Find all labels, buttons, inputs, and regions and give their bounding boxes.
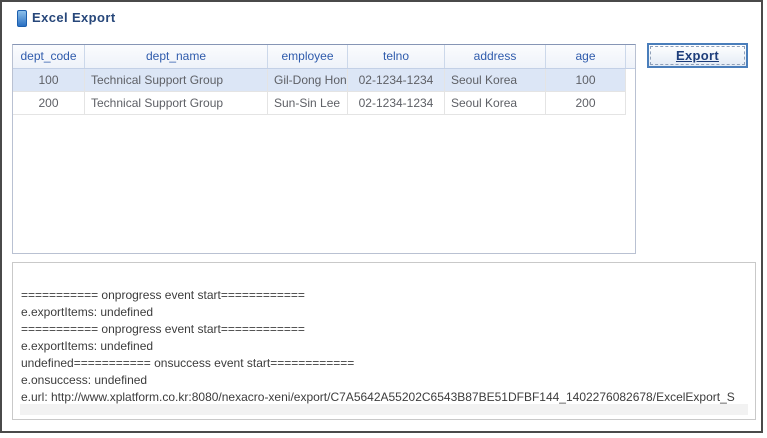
grid-cell-dept_name[interactable]: Technical Support Group: [85, 69, 268, 91]
grid-cell-employee[interactable]: Sun-Sin Lee: [268, 92, 348, 114]
log-lines: =========== onprogress event start======…: [13, 263, 755, 406]
grid-row[interactable]: 100Technical Support GroupGil-Dong Hong0…: [13, 69, 626, 92]
grid-cell-telno[interactable]: 02-1234-1234: [348, 92, 445, 114]
grid-cell-dept_code[interactable]: 100: [13, 69, 85, 91]
log-line: [21, 270, 747, 287]
column-header-address: address: [445, 45, 546, 68]
export-button[interactable]: Export: [647, 43, 748, 68]
log-line: =========== onprogress event start======…: [21, 287, 747, 304]
column-header-age: age: [546, 45, 626, 68]
column-header-employee: employee: [268, 45, 348, 68]
grid-cell-employee[interactable]: Gil-Dong Hong: [268, 69, 348, 91]
grid-cell-dept_name[interactable]: Technical Support Group: [85, 92, 268, 114]
grid-cell-dept_code[interactable]: 200: [13, 92, 85, 114]
grid-cell-telno[interactable]: 02-1234-1234: [348, 69, 445, 91]
log-line: e.exportItems: undefined: [21, 304, 747, 321]
grid-cell-age[interactable]: 100: [546, 69, 626, 91]
log-line: =========== onprogress event start======…: [21, 321, 747, 338]
column-header-dept_code: dept_code: [13, 45, 85, 68]
column-header-dept_name: dept_name: [85, 45, 268, 68]
data-grid: dept_codedept_nameemployeetelnoaddressag…: [12, 44, 636, 254]
title-bullet-icon: [17, 10, 27, 27]
grid-body: 100Technical Support GroupGil-Dong Hong0…: [13, 69, 635, 115]
export-button-label: Export: [676, 48, 719, 63]
log-output-textarea[interactable]: =========== onprogress event start======…: [12, 262, 756, 420]
grid-row[interactable]: 200Technical Support GroupSun-Sin Lee02-…: [13, 92, 626, 115]
export-button-focus-outline: Export: [650, 46, 745, 65]
grid-cell-address[interactable]: Seoul Korea: [445, 69, 546, 91]
column-header-telno: telno: [348, 45, 445, 68]
grid-cell-address[interactable]: Seoul Korea: [445, 92, 546, 114]
grid-cell-age[interactable]: 200: [546, 92, 626, 114]
log-line: e.onsuccess: undefined: [21, 372, 747, 389]
horizontal-scrollbar[interactable]: [20, 404, 748, 415]
log-line: e.exportItems: undefined: [21, 338, 747, 355]
page-title: Excel Export: [32, 9, 116, 26]
grid-header: dept_codedept_nameemployeetelnoaddressag…: [13, 45, 635, 69]
log-line: undefined=========== onsuccess event sta…: [21, 355, 747, 372]
